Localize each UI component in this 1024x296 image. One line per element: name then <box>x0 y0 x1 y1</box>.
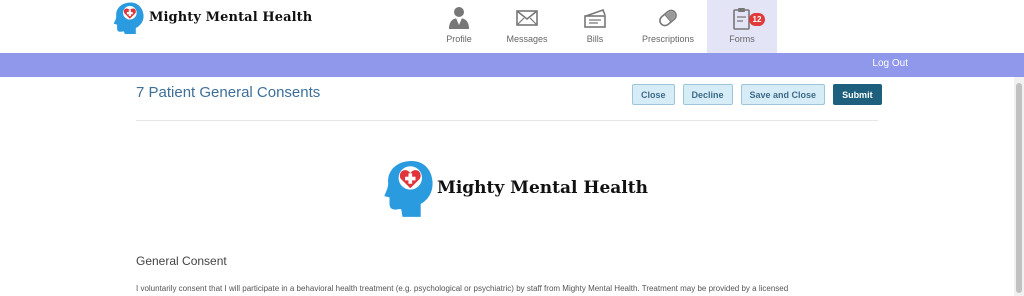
forms-count-badge: 12 <box>749 13 765 26</box>
section-title: General Consent <box>136 254 227 268</box>
nav-label: Bills <box>586 34 604 44</box>
scrollbar[interactable] <box>1014 77 1024 296</box>
envelope-icon <box>516 10 538 26</box>
account-bar: Log Out <box>0 53 1024 77</box>
brand-name: Mighty Mental Health <box>149 9 313 25</box>
close-button[interactable]: Close <box>632 84 675 105</box>
decline-button[interactable]: Decline <box>682 84 733 105</box>
nav-label: Messages <box>506 34 548 44</box>
page-title: 7 Patient General Consents <box>136 84 321 101</box>
bills-icon <box>584 8 606 28</box>
main-nav: Profile Messages Bills Prescriptions 12 … <box>425 0 777 53</box>
document-logo: Mighty Mental Health <box>383 157 648 217</box>
save-and-close-button[interactable]: Save and Close <box>740 84 826 105</box>
forms-icon-wrap: 12 <box>729 6 765 30</box>
nav-item-bills[interactable]: Bills <box>561 0 629 53</box>
top-navigation-bar: Mighty Mental Health Profile Messages Bi… <box>0 0 1024 53</box>
nav-label: Prescriptions <box>641 34 695 44</box>
profile-icon <box>449 7 469 29</box>
head-heart-logo-icon <box>384 161 433 217</box>
pill-icon <box>659 9 677 27</box>
document-logo-text: Mighty Mental Health <box>437 178 648 198</box>
submit-button[interactable]: Submit <box>833 84 882 105</box>
nav-item-forms[interactable]: 12 Forms <box>707 0 777 53</box>
nav-item-prescriptions[interactable]: Prescriptions <box>629 0 707 53</box>
nav-label: Forms <box>729 34 755 44</box>
nav-label: Profile <box>446 34 472 44</box>
scrollbar-thumb[interactable] <box>1016 83 1022 293</box>
logout-link[interactable]: Log Out <box>872 58 908 69</box>
brand-logo-link[interactable]: Mighty Mental Health <box>112 0 312 34</box>
header-divider <box>136 120 878 121</box>
nav-item-messages[interactable]: Messages <box>493 0 561 53</box>
head-heart-logo-icon <box>113 2 144 34</box>
form-actions: Close Decline Save and Close Submit <box>632 84 882 105</box>
nav-item-profile[interactable]: Profile <box>425 0 493 53</box>
consent-text: I voluntarily consent that I will partic… <box>136 284 789 293</box>
